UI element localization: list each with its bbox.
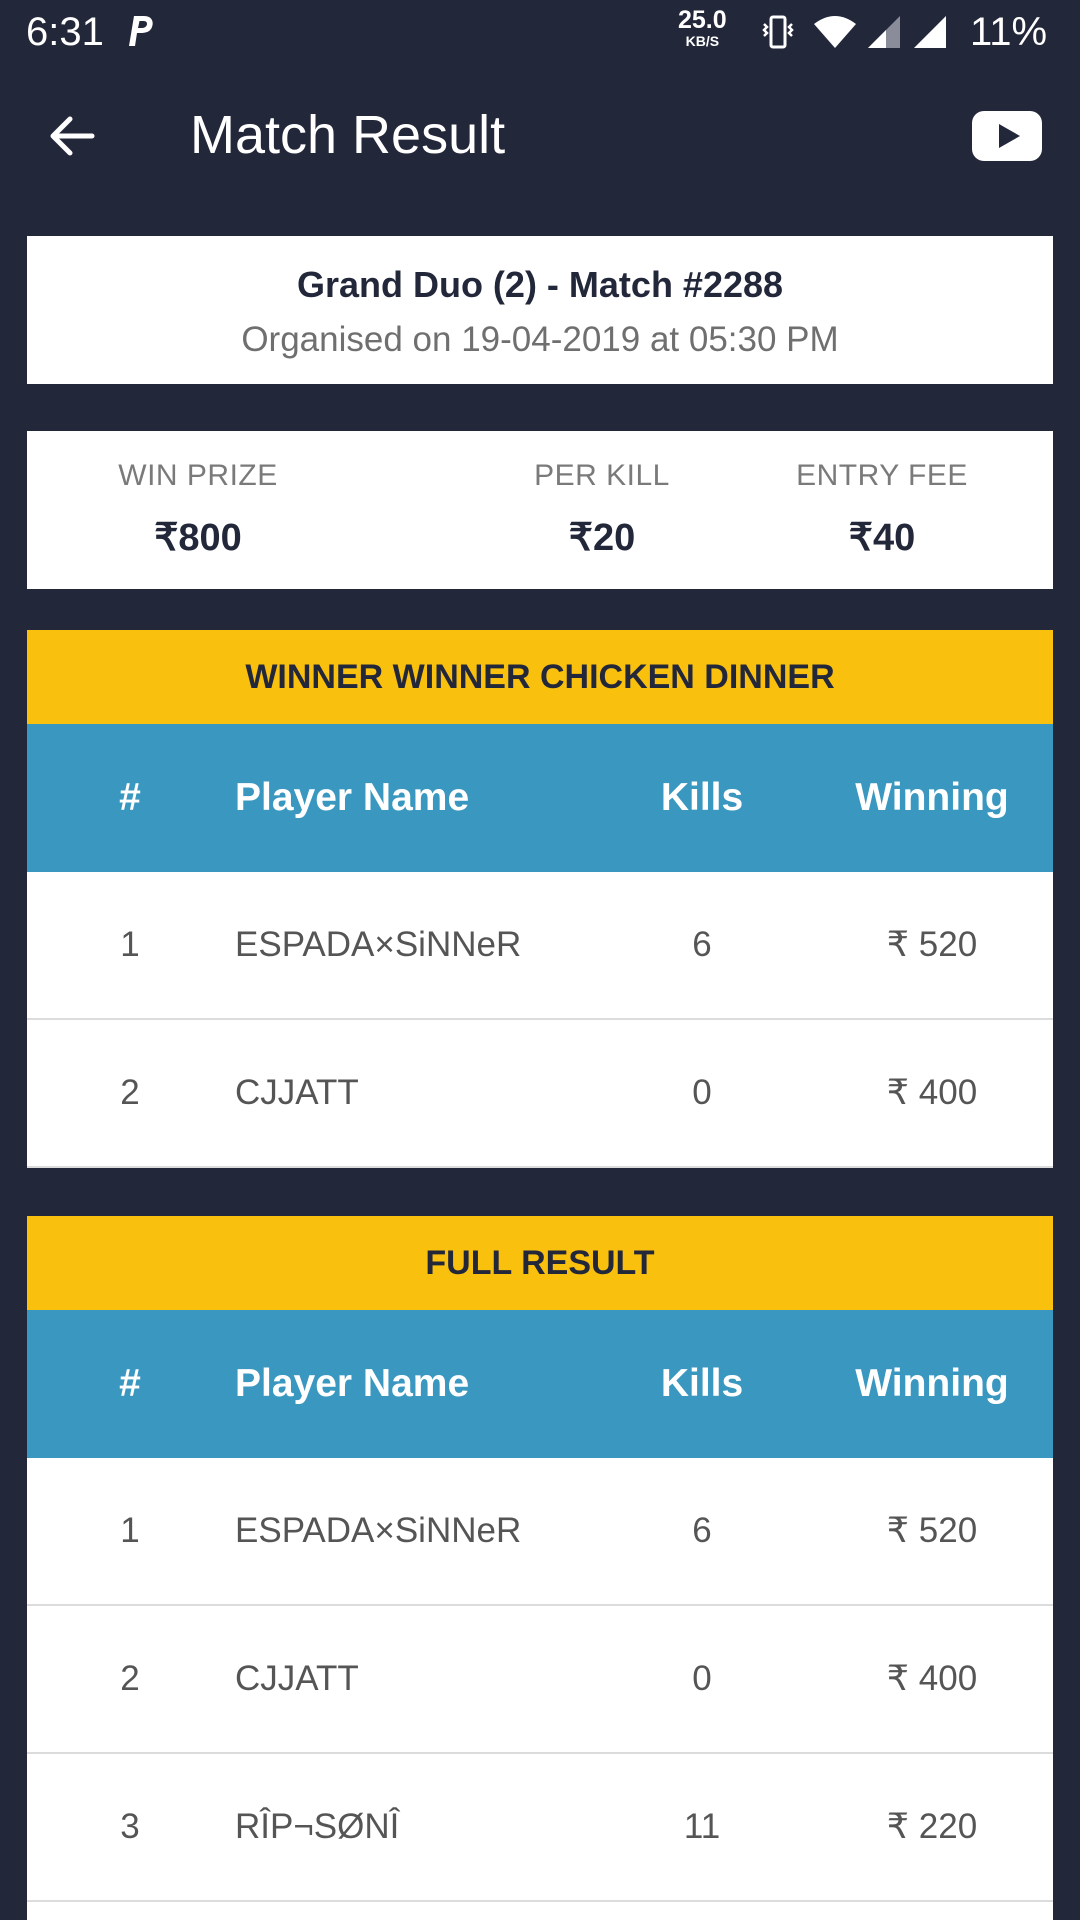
row-player-name: RÎP¬SØNÎ xyxy=(235,1807,400,1846)
table-row[interactable]: 2 CJJATT 0 ₹ 400 xyxy=(27,1020,1053,1168)
entry-fee-value: ₹40 xyxy=(848,517,916,559)
header-player-name: Player Name xyxy=(235,1362,470,1405)
header-rank: # xyxy=(119,776,141,819)
row-player-name: ESPADA×SiNNeR xyxy=(235,1511,522,1550)
p-app-notification-icon xyxy=(129,16,153,46)
winners-banner: WINNER WINNER CHICKEN DINNER xyxy=(27,630,1053,724)
wifi-icon xyxy=(814,16,856,48)
row-kills: 0 xyxy=(692,1659,712,1698)
row-player-name: ESPADA×SiNNeR xyxy=(235,925,522,964)
row-kills: 11 xyxy=(683,1807,721,1846)
row-kills: 6 xyxy=(692,1511,712,1550)
match-info-card: Grand Duo (2) - Match #2288 Organised on… xyxy=(27,236,1053,384)
win-prize-value: ₹800 xyxy=(154,517,242,559)
header-kills: Kills xyxy=(660,776,744,819)
header-rank: # xyxy=(119,1362,141,1405)
app-bar: Match Result xyxy=(0,64,1080,209)
row-kills: 6 xyxy=(692,925,712,964)
row-winning: ₹ 400 xyxy=(886,1659,978,1698)
header-kills: Kills xyxy=(660,1362,744,1405)
full-result-table-header: # Player Name Kills Winning xyxy=(27,1310,1053,1458)
row-rank: 1 xyxy=(120,1511,140,1550)
win-prize: WIN PRIZE ₹800 xyxy=(27,431,369,560)
signal-sim2-icon xyxy=(914,16,946,48)
table-row[interactable]: 1 ESPADA×SiNNeR 6 ₹ 520 xyxy=(27,1458,1053,1606)
header-winning: Winning xyxy=(855,1362,1009,1405)
status-bar: 6:31 25.0 KB/S 11% xyxy=(0,0,1080,64)
battery-level: 11% xyxy=(970,10,1048,54)
row-winning: ₹ 400 xyxy=(886,1073,978,1112)
row-rank: 2 xyxy=(120,1659,140,1698)
arrow-left-icon xyxy=(50,116,95,156)
entry-fee-label: ENTRY FEE xyxy=(796,459,968,492)
prize-info-card: WIN PRIZE ₹800 PER KILL ₹20 ENTRY FEE ₹4… xyxy=(27,431,1053,589)
row-rank: 1 xyxy=(120,925,140,964)
entry-fee: ENTRY FEE ₹40 xyxy=(711,431,1053,560)
row-player-name: CJJATT xyxy=(235,1073,359,1112)
header-player-name: Player Name xyxy=(235,776,470,819)
row-kills: 0 xyxy=(692,1073,712,1112)
back-button[interactable] xyxy=(40,104,104,168)
row-winning: ₹ 220 xyxy=(886,1807,978,1846)
win-prize-label: WIN PRIZE xyxy=(118,459,278,492)
match-title: Grand Duo (2) - Match #2288 xyxy=(296,264,784,305)
row-player-name: CJJATT xyxy=(235,1659,359,1698)
full-result-banner: FULL RESULT xyxy=(27,1216,1053,1310)
winners-table: 1 ESPADA×SiNNeR 6 ₹ 520 2 CJJATT 0 ₹ 400 xyxy=(27,872,1053,1168)
vibrate-icon xyxy=(762,15,794,49)
match-date: Organised on 19-04-2019 at 05:30 PM xyxy=(241,320,839,359)
youtube-icon[interactable] xyxy=(972,111,1042,161)
table-row[interactable]: 2 CJJATT 0 ₹ 400 xyxy=(27,1606,1053,1754)
signal-sim1-icon xyxy=(868,16,900,48)
full-result-table[interactable]: 1 ESPADA×SiNNeR 6 ₹ 520 2 CJJATT 0 ₹ 400… xyxy=(27,1458,1053,1920)
status-time: 6:31 xyxy=(26,10,104,54)
header-winning: Winning xyxy=(855,776,1009,819)
row-winning: ₹ 520 xyxy=(886,1511,978,1550)
winners-table-header: # Player Name Kills Winning xyxy=(27,724,1053,872)
row-winning: ₹ 520 xyxy=(886,925,978,964)
row-rank: 2 xyxy=(120,1073,140,1112)
page-title: Match Result xyxy=(190,105,506,165)
network-speed: 25.0 KB/S xyxy=(678,6,727,49)
table-row[interactable]: 3 RÎP¬SØNÎ 11 ₹ 220 xyxy=(27,1754,1053,1902)
row-rank: 3 xyxy=(120,1807,140,1846)
table-row[interactable]: 1 ESPADA×SiNNeR 6 ₹ 520 xyxy=(27,872,1053,1020)
